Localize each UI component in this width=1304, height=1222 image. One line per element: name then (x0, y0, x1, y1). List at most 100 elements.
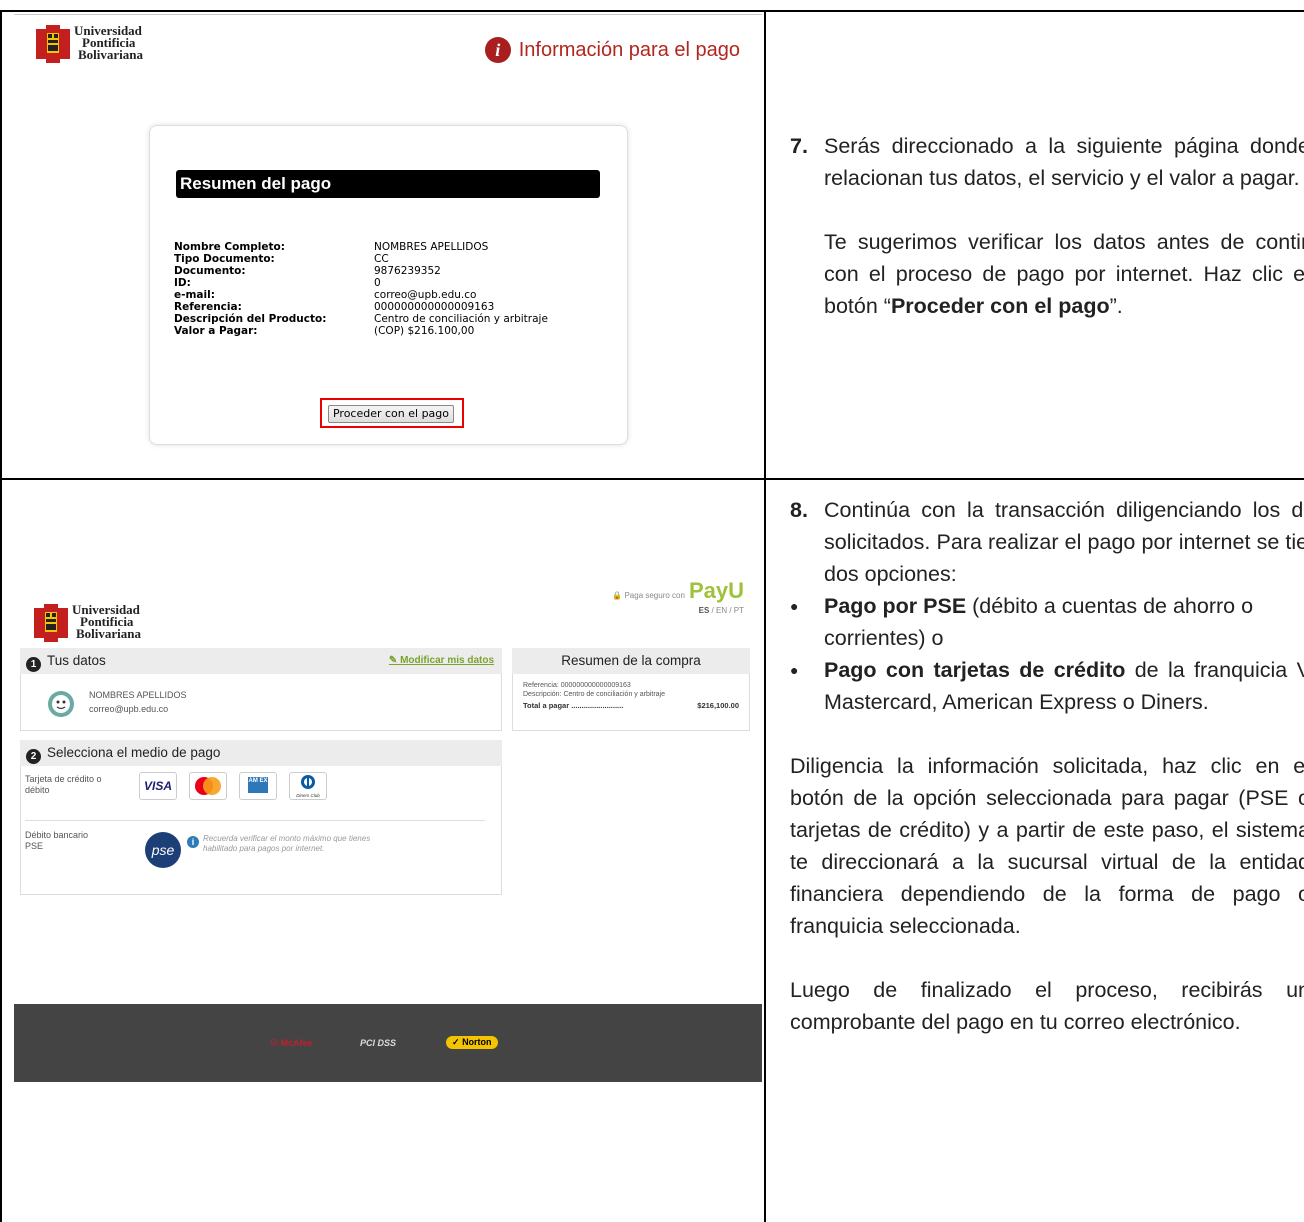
option-bullet-2: ● Pago con tarjetas de crédito de la fra… (790, 654, 1304, 718)
diners-icon (301, 775, 315, 789)
summary-details: Nombre Completo: NOMBRES APELLIDOS Tipo D… (174, 241, 548, 337)
detail-value: Centro de conciliación y arbitraje (374, 313, 548, 325)
avatar-icon (48, 691, 74, 717)
detail-value: (COP) $216.100,00 (374, 325, 475, 337)
bullet-icon: ● (790, 662, 799, 678)
detail-row: e-mail: correo@upb.edu.co (174, 289, 548, 301)
detail-label: e-mail: (174, 289, 215, 301)
detail-label: Tipo Documento: (174, 253, 275, 265)
security-footer: ☉ McAfee PCI DSS ✓ Norton (14, 1004, 762, 1082)
detail-row: Tipo Documento: CC (174, 253, 548, 265)
user-info-box: NOMBRES APELLIDOS correo@upb.edu.co (20, 674, 502, 731)
detail-label: Referencia: (174, 301, 242, 313)
pci-badge: PCI DSS (360, 1038, 397, 1048)
detail-row: Descripción del Producto: Centro de conci… (174, 313, 548, 325)
detail-label: Valor a Pagar: (174, 325, 258, 337)
payu-logo: PayU (688, 578, 744, 603)
diners-button[interactable]: Diners Club (289, 772, 327, 800)
payment-method-box: Tarjeta de crédito o débito VISA AM EX D… (20, 766, 502, 895)
step-8-number: 8. (790, 498, 808, 522)
secure-text: Paga seguro con (624, 591, 685, 600)
detail-value: 000000000000009163 (374, 301, 495, 313)
summary-total-label: Total a pagar ......................... (523, 701, 624, 710)
lang-es[interactable]: ES (699, 606, 710, 615)
payment-summary-card: Resumen del pago Nombre Completo: NOMBRES… (149, 125, 628, 445)
pse-note: Recuerda verificar el monto máximo que t… (203, 834, 371, 853)
payu-checkout-screenshot: Universidad Pontificia Bolivariana 🔒 Pag… (14, 578, 762, 1082)
visa-logo: VISA (143, 779, 172, 793)
pse-button[interactable]: pse (145, 832, 181, 868)
option-bullet-1: ● Pago por PSE (débito a cuentas de ahor… (790, 590, 1304, 654)
table-border-center (764, 10, 766, 1222)
payment-method-title: Selecciona el medio de pago (47, 745, 221, 760)
user-name: NOMBRES APELLIDOS (89, 690, 187, 700)
summary-reference: Referencia: 000000000000009163 (523, 682, 631, 689)
pencil-icon: ✎ (388, 655, 398, 666)
edit-data-label: Modificar mis datos (400, 655, 494, 666)
logo-line-3: Bolivariana (78, 47, 144, 62)
payment-method-header: 2 Selecciona el medio de pago (20, 740, 502, 766)
lock-icon: 🔒 (612, 591, 623, 600)
detail-row: Nombre Completo: NOMBRES APELLIDOS (174, 241, 548, 253)
document-table: Universidad Pontificia Bolivariana i Inf… (0, 0, 1304, 1222)
table-border-mid (0, 478, 1304, 480)
upb-shield-icon (36, 25, 70, 63)
detail-row: Referencia: 000000000000009163 (174, 301, 548, 313)
mastercard-icon (195, 777, 221, 795)
mcafee-label: McAfee (280, 1038, 313, 1048)
step-8-intro: Continúa con la transacción diligenciand… (824, 498, 1304, 586)
lang-others[interactable]: / EN / PT (709, 606, 744, 615)
info-title: i Información para el pago (484, 37, 740, 63)
summary-total-value: $216,100.00 (697, 701, 739, 710)
detail-row: Valor a Pagar: (COP) $216.100,00 (174, 325, 548, 337)
mastercard-button[interactable] (189, 772, 227, 800)
info-icon: i (187, 836, 199, 848)
upb-logo: Universidad Pontificia Bolivariana (36, 24, 144, 63)
bullet-1-bold: Pago por PSE (824, 594, 967, 618)
step-8-text: 8. Continúa con la transacción diligenci… (790, 494, 1304, 1038)
table-border-left (0, 10, 2, 1222)
step-7-p2-end: ”. (1109, 294, 1123, 318)
step-7-text: 7. Serás direccionado a la siguiente pág… (790, 130, 1304, 322)
card-method-label: Tarjeta de crédito o débito (25, 774, 102, 795)
detail-value: CC (374, 253, 389, 265)
method-divider (25, 820, 485, 821)
step-7-number: 7. (790, 134, 808, 158)
amex-logo: AM EX (248, 777, 268, 793)
tus-datos-title: Tus datos (47, 653, 106, 668)
pse-label: Débito bancario PSE (25, 830, 89, 851)
norton-label: Norton (462, 1037, 492, 1047)
amex-button[interactable]: AM EX (239, 772, 277, 800)
detail-label: Documento: (174, 265, 246, 277)
proceed-button[interactable]: Proceder con el pago (328, 405, 454, 423)
bullet-icon: ● (790, 598, 799, 614)
detail-value: 0 (374, 277, 381, 289)
tus-datos-header: 1 Tus datos ✎ Modificar mis datos (20, 648, 502, 674)
step-7-paragraph-2: Te sugerimos verificar los datos antes d… (824, 226, 1304, 322)
payu-badge: 🔒 Paga seguro con PayU ES / EN / PT (612, 578, 744, 615)
purchase-summary-box: Referencia: 000000000000009163 Descripci… (512, 674, 750, 731)
pse-logo: pse (151, 842, 175, 858)
info-title-text: Información para el pago (518, 38, 740, 61)
mcafee-badge: ☉ McAfee (270, 1038, 313, 1048)
diners-label: Diners Club (296, 793, 320, 798)
payment-info-screenshot: Universidad Pontificia Bolivariana i Inf… (14, 14, 762, 477)
detail-label: Descripción del Producto: (174, 313, 327, 325)
step-2-badge: 2 (26, 749, 41, 764)
language-switch: ES / EN / PT (612, 606, 744, 615)
summary-description: Descripción: Centro de conciliación y ar… (523, 691, 666, 698)
diligencia-paragraph: Diligencia la información solicitada, ha… (790, 754, 1304, 938)
detail-value: NOMBRES APELLIDOS (374, 241, 489, 253)
proceed-highlight: Proceder con el pago (320, 398, 464, 428)
edit-data-link[interactable]: ✎ Modificar mis datos (389, 648, 494, 674)
purchase-summary-title: Resumen de la compra (561, 653, 701, 668)
visa-card-button[interactable]: VISA (139, 772, 177, 800)
detail-row: Documento: 9876239352 (174, 265, 548, 277)
detail-value: 9876239352 (374, 265, 441, 277)
upb-shield-icon (34, 604, 68, 642)
bullet-2-bold: Pago con tarjetas de crédito (824, 658, 1126, 682)
upb-logo: Universidad Pontificia Bolivariana (34, 603, 141, 642)
info-icon: i (484, 37, 511, 63)
purchase-summary-header: Resumen de la compra (512, 648, 750, 674)
detail-label: Nombre Completo: (174, 241, 285, 253)
